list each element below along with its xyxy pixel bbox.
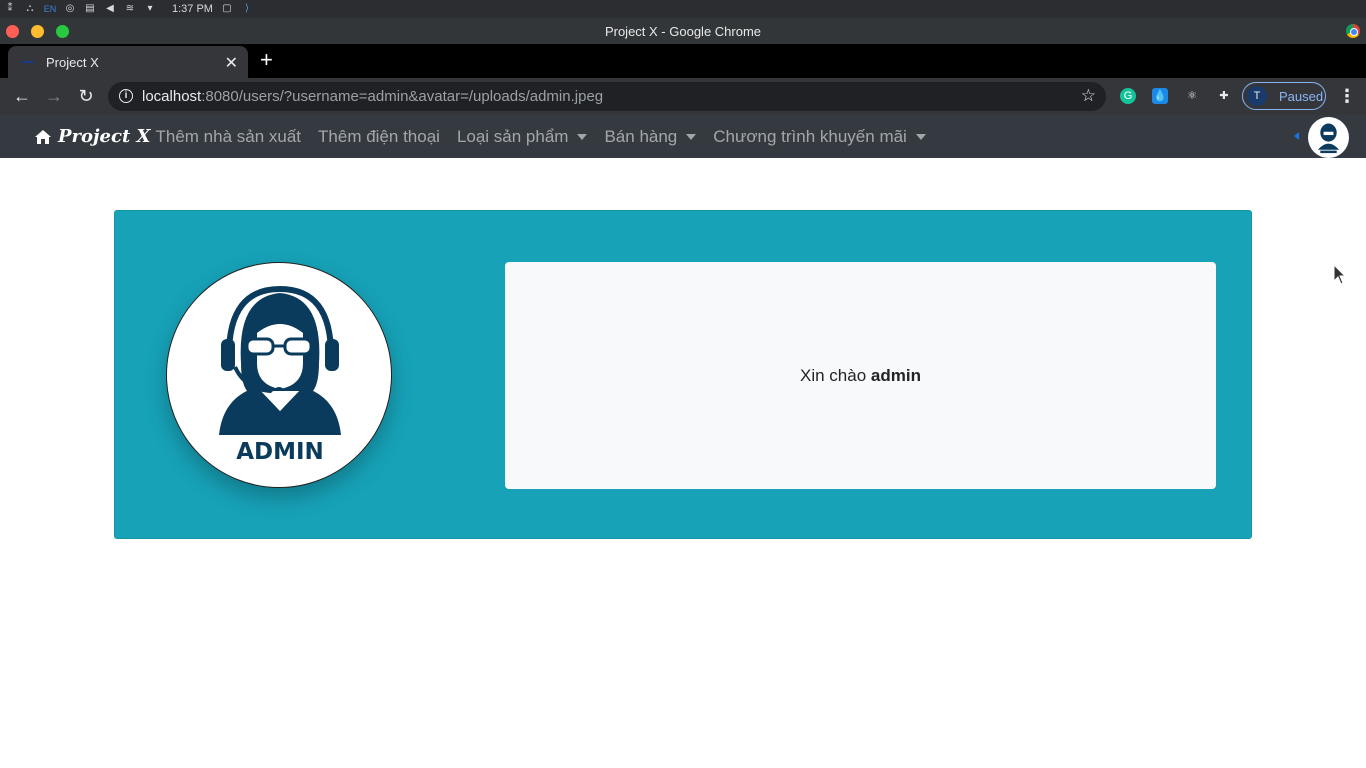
keyboard-language-indicator[interactable]: EN	[44, 3, 57, 15]
vscode-icon[interactable]: ⟩	[241, 3, 253, 15]
nav-link-1[interactable]: Thêm nhà sản xuất	[147, 127, 310, 147]
user-avatar-image: ADMIN	[166, 262, 392, 488]
nav-link-label: Chương trình khuyến mãi	[713, 126, 907, 146]
url-host: localhost	[142, 88, 202, 105]
dropdown-caret-icon	[915, 133, 926, 140]
nav-link-2[interactable]: Thêm điện thoại	[310, 127, 449, 147]
nav-link-label: Thêm điện thoại	[318, 126, 440, 146]
brand-link[interactable]: Project X	[34, 126, 151, 147]
nav-user-avatar[interactable]	[1308, 117, 1349, 158]
network-tray-icon[interactable]: ⛬	[24, 3, 36, 15]
volume-icon[interactable]: ◀	[104, 3, 116, 15]
nav-link-5[interactable]: Chương trình khuyến mãi	[705, 127, 935, 147]
new-tab-button[interactable]: +	[260, 49, 273, 71]
nav-link-3[interactable]: Loại sản phẩm	[448, 127, 596, 147]
grammarly-extension-icon[interactable]: G	[1120, 88, 1136, 104]
dropdown-caret-icon	[686, 133, 697, 140]
user-menu-caret-icon[interactable]	[1294, 132, 1299, 140]
tab-title: Project X	[46, 54, 99, 70]
browser-toolbar: ← → ↻ i localhost:8080/users/?username=a…	[0, 78, 1366, 115]
profile-button[interactable]: T Paused	[1242, 82, 1326, 110]
forward-arrow-icon[interactable]: →	[44, 86, 64, 106]
dropdown-caret-icon	[577, 133, 588, 140]
os-top-bar: ⁑ ⛬ EN ◎ ▤ ◀ ≋ ▾ 1:37 PM ▢ ⟩	[0, 0, 1366, 18]
window-title: Project X - Google Chrome	[604, 23, 762, 39]
window-list-icon[interactable]: ▢	[221, 3, 233, 15]
minimize-window-button[interactable]	[31, 25, 44, 38]
url-path: :8080/users/?username=admin&avatar=/uplo…	[201, 88, 604, 105]
chrome-logo-icon	[1346, 24, 1360, 38]
mouse-cursor-icon	[1333, 264, 1347, 285]
maximize-window-button[interactable]	[56, 25, 69, 38]
activities-icon[interactable]: ⁑	[4, 3, 16, 15]
greeting-panel: Xin chào admin	[505, 262, 1216, 489]
clipboard-tray-icon[interactable]: ▤	[84, 3, 96, 15]
address-bar[interactable]: i localhost:8080/users/?username=admin&a…	[108, 82, 1106, 111]
profile-card: ADMIN Xin chào admin	[114, 210, 1252, 539]
extensions-puzzle-icon[interactable]: ✚	[1216, 88, 1232, 104]
brand-name: Project X	[58, 126, 151, 147]
home-icon	[34, 129, 52, 145]
clock: 1:37 PM	[172, 3, 213, 15]
profile-status: Paused	[1279, 88, 1324, 104]
browser-tab[interactable]: Project X ✕	[8, 46, 248, 78]
bookmark-star-icon[interactable]: ☆	[1081, 86, 1096, 106]
avatar-caption: ADMIN	[236, 439, 324, 465]
window-title-bar: Project X - Google Chrome	[0, 18, 1366, 44]
profile-avatar: T	[1247, 86, 1267, 106]
tray-dropdown-icon[interactable]: ▾	[144, 3, 156, 15]
droplet-extension-icon[interactable]: 💧	[1152, 88, 1168, 104]
site-info-icon[interactable]: i	[119, 89, 133, 103]
sync-tray-icon[interactable]: ◎	[64, 3, 76, 15]
chrome-menu-icon[interactable]: ⋮	[1338, 86, 1356, 106]
back-arrow-icon[interactable]: ←	[12, 86, 32, 106]
tab-close-icon[interactable]: ✕	[225, 53, 238, 73]
nav-links: Thêm nhà sản xuất Thêm điện thoại Loại sản…	[147, 115, 934, 158]
tab-strip: Project X ✕ +	[0, 44, 1366, 78]
react-devtools-icon[interactable]: ⚛	[1184, 88, 1200, 104]
close-window-button[interactable]	[6, 25, 19, 38]
app-navbar: Project X Thêm nhà sản xuất Thêm điện tho…	[0, 115, 1366, 158]
nav-link-label: Loại sản phẩm	[456, 126, 569, 146]
greeting-text: Xin chào admin	[800, 366, 921, 386]
nav-link-label: Thêm nhà sản xuất	[155, 126, 302, 146]
greeting-prefix: Xin chào	[800, 365, 867, 385]
tab-favicon-icon	[20, 60, 36, 64]
reload-icon[interactable]: ↻	[76, 86, 96, 106]
wifi-icon[interactable]: ≋	[124, 3, 136, 15]
nav-link-4[interactable]: Bán hàng	[596, 127, 705, 147]
window-controls	[6, 25, 69, 38]
nav-link-label: Bán hàng	[604, 126, 678, 146]
greeting-username: admin	[870, 365, 921, 385]
